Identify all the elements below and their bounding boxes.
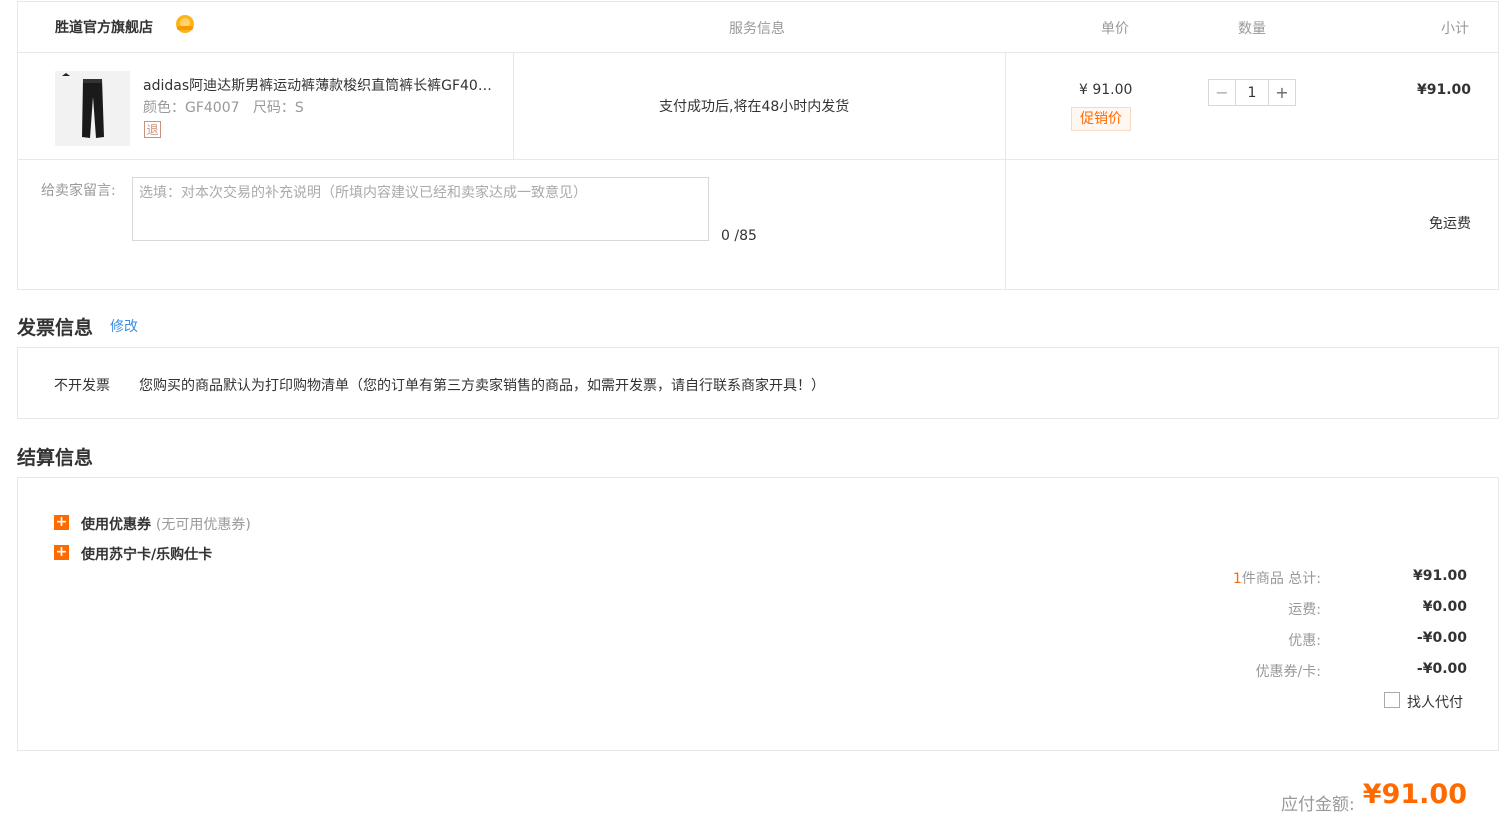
unit-price: ¥ 91.00 <box>1079 82 1133 98</box>
pants-image-icon <box>62 73 104 138</box>
freight-value: ¥0.00 <box>1422 599 1467 615</box>
proxy-pay-label[interactable]: 找人代付 <box>1407 692 1463 712</box>
discount-value: -¥0.00 <box>1416 630 1467 646</box>
invoice-description: 您购买的商品默认为打印购物清单（您的订单有第三方卖家销售的商品，如需开发票，请自… <box>139 378 825 394</box>
item-total-text: 件商品 总计: <box>1241 571 1321 587</box>
item-count: 1 <box>1232 571 1242 587</box>
item-subtotal: ¥91.00 <box>1416 82 1471 98</box>
column-subtotal: 小计 <box>1441 21 1469 37</box>
use-coupon-label[interactable]: 使用优惠券 (无可用优惠券) <box>81 514 251 534</box>
shipping-fee: 免运费 <box>1429 216 1471 232</box>
header-divider <box>17 52 1499 53</box>
product-spec: 颜色：GF4007 尺码：S <box>143 100 304 116</box>
seller-message-label: 给卖家留言: <box>41 183 116 199</box>
message-char-count: 0 /85 <box>721 228 757 244</box>
coupon-card-label: 优惠券/卡: <box>1255 664 1321 680</box>
service-info: 支付成功后,将在48小时内发货 <box>659 99 850 115</box>
use-card-label[interactable]: 使用苏宁卡/乐购仕卡 <box>81 544 212 564</box>
payable-label: 应付金额: <box>1281 795 1355 815</box>
order-item-box <box>17 1 1499 290</box>
coupon-availability-note: (无可用优惠券) <box>155 517 251 533</box>
product-thumbnail[interactable] <box>55 71 130 146</box>
store-badge-icon <box>176 15 194 33</box>
item-divider <box>17 159 1499 160</box>
column-divider-right <box>1005 53 1006 289</box>
column-quantity: 数量 <box>1238 21 1266 37</box>
column-service: 服务信息 <box>729 21 785 37</box>
expand-card-icon[interactable]: + <box>54 545 69 560</box>
coupon-card-value: -¥0.00 <box>1416 661 1467 677</box>
proxy-pay-checkbox[interactable] <box>1384 692 1400 708</box>
product-title[interactable]: adidas阿迪达斯男裤运动裤薄款梭织直筒裤长裤GF4007 <box>143 75 495 95</box>
invoice-section-title: 发票信息 <box>17 317 94 339</box>
payable-amount: ¥91.00 <box>1362 779 1467 810</box>
column-divider-left <box>513 53 514 159</box>
expand-coupon-icon[interactable]: + <box>54 515 69 530</box>
return-badge: 退 <box>144 121 161 138</box>
freight-label: 运费: <box>1288 602 1321 618</box>
quantity-value[interactable]: 1 <box>1235 80 1269 105</box>
quantity-stepper[interactable]: − 1 + <box>1208 79 1296 106</box>
use-coupon-text[interactable]: 使用优惠券 <box>81 517 151 533</box>
promo-price-tag: 促销价 <box>1071 107 1131 131</box>
store-name[interactable]: 胜道官方旗舰店 <box>55 17 153 37</box>
seller-message-input[interactable] <box>132 177 709 241</box>
settlement-section-title: 结算信息 <box>17 447 94 469</box>
invoice-modify-link[interactable]: 修改 <box>110 316 138 336</box>
column-unit-price: 单价 <box>1101 21 1129 37</box>
decrement-button[interactable]: − <box>1209 80 1235 105</box>
item-total-label: 1件商品 总计: <box>1233 568 1321 588</box>
increment-button[interactable]: + <box>1269 80 1295 105</box>
item-total-value: ¥91.00 <box>1412 568 1467 584</box>
discount-label: 优惠: <box>1288 633 1321 649</box>
invoice-type: 不开发票 <box>54 378 110 394</box>
